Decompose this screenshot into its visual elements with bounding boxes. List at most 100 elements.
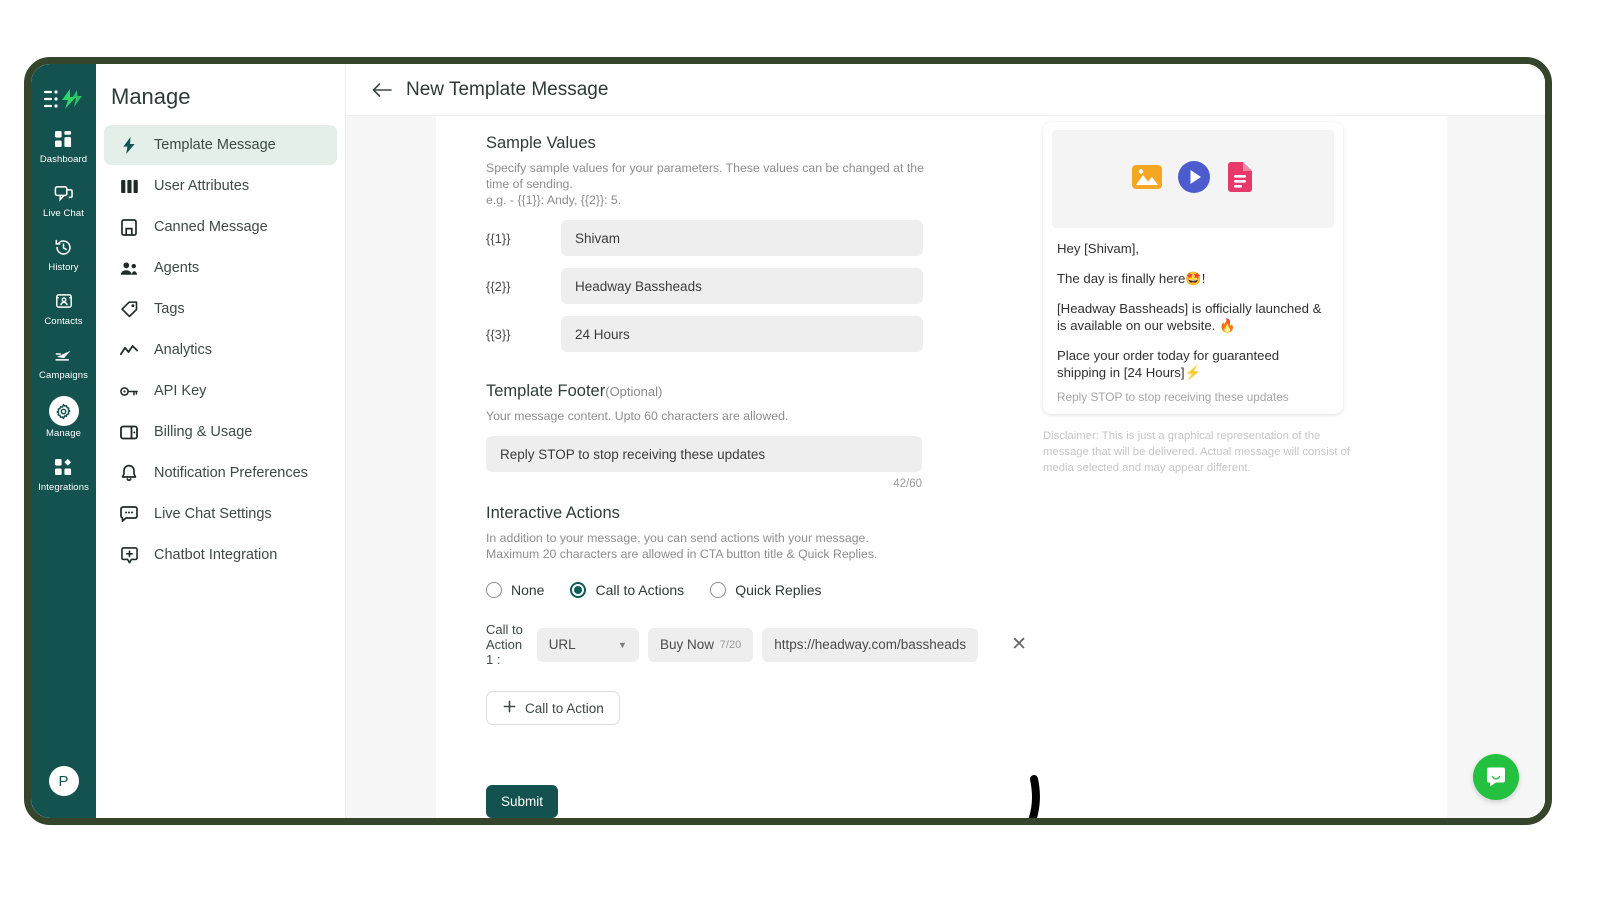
cta-button-title-input[interactable]: Buy Now 7/20 <box>647 627 754 662</box>
sidebar-item-label: Canned Message <box>154 219 268 235</box>
sidebar-item-notification-preferences[interactable]: Notification Preferences <box>104 453 337 493</box>
tag-icon <box>120 300 138 318</box>
left-gutter <box>346 116 436 818</box>
gallabox-logo-icon[interactable] <box>42 86 86 112</box>
wallet-icon <box>120 423 138 441</box>
sidebar-item-billing-usage[interactable]: Billing & Usage <box>104 412 337 452</box>
preview-line: Hey [Shivam], <box>1057 241 1140 256</box>
chat-bubbles-icon <box>49 180 79 206</box>
rail-item-history[interactable]: History <box>33 234 95 274</box>
sample-values-help-2: e.g. - {{1}}: Andy, {{2}}: 5. <box>486 193 622 207</box>
param-row: {{1}} Shivam <box>486 220 1027 256</box>
primary-nav-rail: Dashboard Live Chat History Contacts Cam… <box>31 64 96 818</box>
people-icon <box>120 259 138 277</box>
radio-option-none[interactable]: None <box>486 582 544 598</box>
sidebar-item-label: Live Chat Settings <box>154 506 272 522</box>
preview-card: Hey [Shivam], The day is finally here🤩! … <box>1043 122 1343 414</box>
cta-url-input[interactable]: https://headway.com/bassheads <box>762 627 979 662</box>
columns-icon <box>120 177 138 195</box>
message-preview-panel: Hey [Shivam], The day is finally here🤩! … <box>1027 116 1447 818</box>
intercom-chat-icon[interactable] <box>1473 754 1519 800</box>
avatar-initial: P <box>58 772 69 790</box>
param-row: {{3}} 24 Hours <box>486 316 1027 352</box>
cta-button-title-counter: 7/20 <box>719 638 742 651</box>
rail-item-manage[interactable]: Manage <box>33 396 95 440</box>
param-key: {{1}} <box>486 230 511 246</box>
sidebar-item-canned-message[interactable]: Canned Message <box>104 207 337 247</box>
plus-badge-icon <box>120 546 138 564</box>
sidebar-item-template-message[interactable]: Template Message <box>104 125 337 165</box>
sidebar-title: Manage <box>111 84 191 109</box>
content-area: Sample Values Specify sample values for … <box>346 116 1545 818</box>
contacts-card-icon <box>49 288 79 314</box>
gear-icon <box>48 396 79 426</box>
key-icon <box>120 382 138 400</box>
rail-item-dashboard[interactable]: Dashboard <box>33 126 95 166</box>
add-call-to-action-button[interactable]: Call to Action <box>486 691 620 725</box>
video-play-icon <box>1177 160 1211 199</box>
rail-label: Campaigns <box>39 370 88 381</box>
rail-item-live-chat[interactable]: Live Chat <box>33 180 95 220</box>
document-icon <box>1225 161 1255 198</box>
call-to-action-row: Call to Action 1 : URL ▼ Buy Now 7/20 ht… <box>486 622 1027 667</box>
interactive-actions-radio-group: None Call to Actions Quick Replies <box>486 582 1027 598</box>
sidebar-item-agents[interactable]: Agents <box>104 248 337 288</box>
close-icon[interactable]: ✕ <box>1011 633 1027 656</box>
template-footer-help: Your message content. Upto 60 characters… <box>486 409 789 423</box>
sidebar-item-label: Notification Preferences <box>154 465 308 481</box>
interactive-actions-help-1: In addition to your message, you can sen… <box>486 531 869 545</box>
main-panel: New Template Message Sample Values Speci… <box>346 64 1545 818</box>
sidebar-item-api-key[interactable]: API Key <box>104 371 337 411</box>
radio-label: Call to Actions <box>595 582 685 598</box>
paper-plane-icon <box>49 342 79 368</box>
rail-item-campaigns[interactable]: Campaigns <box>33 342 95 382</box>
rail-item-contacts[interactable]: Contacts <box>33 288 95 328</box>
avatar[interactable]: P <box>48 766 79 796</box>
cta-type-value: URL <box>548 637 576 652</box>
sidebar-item-label: Analytics <box>154 342 213 358</box>
param-value-input-1[interactable]: Shivam <box>561 220 923 256</box>
template-footer-input[interactable]: Reply STOP to stop receiving these updat… <box>486 436 922 472</box>
preview-disclaimer: Disclaimer: This is just a graphical rep… <box>1043 430 1351 474</box>
radio-option-quick-replies[interactable]: Quick Replies <box>710 582 822 598</box>
clock-history-icon <box>49 234 79 260</box>
interactive-actions-section: Interactive Actions In addition to your … <box>486 504 1027 725</box>
sidebar-item-label: User Attributes <box>154 178 250 194</box>
cta-type-select[interactable]: URL ▼ <box>536 627 639 662</box>
param-value-input-3[interactable]: 24 Hours <box>561 316 923 352</box>
param-row: {{2}} Headway Bassheads <box>486 268 1027 304</box>
preview-footer: Reply STOP to stop receiving these updat… <box>1057 390 1289 404</box>
interactive-actions-help-2: Maximum 20 characters are allowed in CTA… <box>486 547 878 561</box>
sidebar-item-user-attributes[interactable]: User Attributes <box>104 166 337 206</box>
media-placeholder <box>1052 130 1334 228</box>
rail-label: Integrations <box>38 482 89 493</box>
bookmark-save-icon <box>120 218 138 236</box>
sidebar-item-tags[interactable]: Tags <box>104 289 337 329</box>
arrow-left-icon[interactable] <box>372 82 392 98</box>
rail-label: History <box>48 262 79 273</box>
sample-values-title: Sample Values <box>486 134 596 152</box>
rail-item-integrations[interactable]: Integrations <box>33 454 95 494</box>
param-value-input-2[interactable]: Headway Bassheads <box>561 268 923 304</box>
sidebar-item-label: Billing & Usage <box>154 424 253 440</box>
chevron-down-icon: ▼ <box>618 639 627 650</box>
bolt-icon <box>120 136 138 154</box>
submit-button[interactable]: Submit <box>486 785 558 818</box>
app-window-frame: Dashboard Live Chat History Contacts Cam… <box>24 57 1552 825</box>
rail-label: Manage <box>46 428 81 439</box>
template-footer-title-text: Template Footer <box>486 382 606 400</box>
cta-row-label: Call to Action 1 : <box>486 622 523 667</box>
template-form: Sample Values Specify sample values for … <box>436 116 1027 818</box>
right-gutter <box>1447 116 1545 818</box>
sidebar-item-analytics[interactable]: Analytics <box>104 330 337 370</box>
radio-option-call-to-actions[interactable]: Call to Actions <box>570 582 684 598</box>
preview-line: Place your order today for guaranteed sh… <box>1057 348 1280 380</box>
rail-label: Live Chat <box>42 208 85 219</box>
preview-line: The day is finally here🤩! <box>1057 271 1206 286</box>
sidebar-item-chatbot-integration[interactable]: Chatbot Integration <box>104 535 337 575</box>
sidebar-item-live-chat-settings[interactable]: Live Chat Settings <box>104 494 337 534</box>
param-key: {{3}} <box>486 326 511 342</box>
cta-button-title-value: Buy Now <box>659 637 714 652</box>
radio-icon-selected <box>570 582 587 598</box>
preview-line: [Headway Bassheads] is officially launch… <box>1057 301 1322 333</box>
